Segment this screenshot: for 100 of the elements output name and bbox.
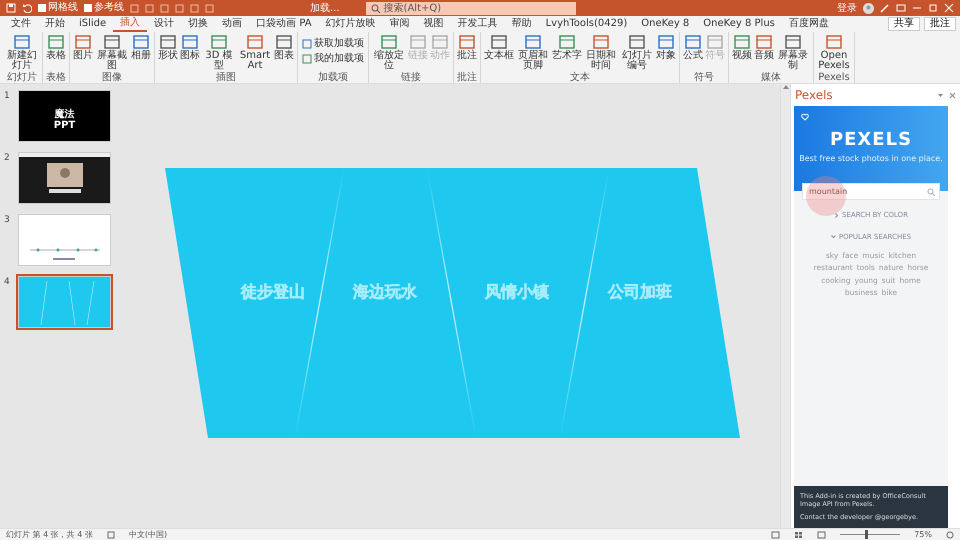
ribbon-tab[interactable]: 文件	[4, 17, 38, 31]
slide-number: 2	[4, 152, 11, 165]
search-icon	[927, 188, 935, 196]
ribbon-button[interactable]: 视频	[731, 32, 753, 62]
slide-number: 1	[4, 90, 11, 103]
chevron-icon	[830, 234, 836, 240]
ribbon-tab[interactable]: OneKey 8	[634, 17, 696, 31]
undo-icon[interactable]	[22, 3, 32, 13]
share-button[interactable]: 共享	[888, 17, 920, 31]
ribbon-tab[interactable]: 开发工具	[450, 17, 505, 31]
search-field[interactable]: mountain	[802, 183, 940, 200]
thumbnail-text: PPT	[52, 120, 76, 131]
ribbon-button[interactable]: 文本框	[483, 32, 515, 62]
ribbon-tab[interactable]: 视图	[416, 17, 451, 31]
ribbon-button[interactable]: 艺术字	[551, 32, 583, 62]
ribbon-tab[interactable]: iSlide	[72, 17, 114, 31]
normal-view-icon[interactable]	[771, 530, 780, 538]
group-label: 加载项	[317, 72, 349, 83]
ribbon-tab[interactable]: 设计	[147, 17, 182, 31]
ribbon-tab[interactable]: 帮助	[504, 17, 539, 31]
ribbon-tab[interactable]: OneKey 8 Plus	[696, 17, 782, 31]
ribbon-button[interactable]: 缩放定位	[371, 32, 407, 72]
search-icon	[370, 4, 380, 12]
group-label: 插图	[215, 72, 237, 83]
slide-heading: 徒步登山	[241, 282, 305, 301]
ribbon-tab[interactable]: 切换	[181, 17, 216, 31]
ribbon-button[interactable]: 形状	[157, 32, 179, 62]
ribbon-icon	[74, 33, 92, 51]
group-label: 链接	[400, 72, 422, 83]
zoom-level[interactable]: 75%	[914, 528, 932, 540]
ribbon-button[interactable]: 我的加载项	[300, 51, 366, 66]
ribbon-tab[interactable]: 动画	[215, 17, 250, 31]
slide-number: 4	[4, 276, 11, 289]
avatar-icon[interactable]	[863, 2, 874, 14]
slide-heading: 公司加班	[608, 282, 672, 301]
pexels-logo: PEXELS	[830, 128, 912, 152]
ribbon-icon	[784, 33, 802, 51]
ribbon-tab[interactable]: LvyhTools(0429)	[538, 17, 634, 31]
timeline-drawing	[30, 248, 100, 260]
ribbon-tab[interactable]: 口袋动画 PA	[249, 17, 319, 31]
ribbon-button[interactable]: 日期和时间	[583, 32, 619, 72]
ribbon-icon	[558, 33, 576, 51]
fit-icon[interactable]	[946, 530, 954, 538]
ribbon-tab[interactable]: 百度网盘	[782, 17, 836, 31]
language-label[interactable]: 中文(中国)	[128, 528, 168, 540]
search-field[interactable]: 搜索(Alt+Q)	[366, 2, 576, 14]
ribbon-button[interactable]: 图片	[72, 32, 94, 62]
ribbon-button[interactable]: 页眉和页脚	[515, 32, 551, 72]
ribbon-button[interactable]: 相册	[130, 32, 152, 62]
comments-button[interactable]: 批注	[924, 17, 956, 31]
ribbon-button[interactable]: 批注	[456, 32, 478, 62]
ribbon-button[interactable]: 音频	[753, 32, 775, 62]
ribbon-button[interactable]: 3D 模型	[201, 32, 237, 72]
ribbon-icon	[524, 33, 542, 51]
group-label: 幻灯片	[6, 72, 38, 83]
ribbon-button[interactable]: 图表	[273, 32, 295, 62]
display-icon[interactable]	[896, 3, 906, 13]
ribbon-icon	[181, 33, 199, 51]
sorter-view-icon[interactable]	[794, 530, 804, 538]
restore-icon[interactable]	[928, 3, 938, 13]
dropdown-icon[interactable]	[937, 92, 944, 98]
account-name[interactable]: 登录	[837, 0, 857, 16]
reading-view-icon[interactable]	[817, 530, 826, 538]
ribbon-button[interactable]: 表格	[45, 32, 67, 62]
ribbon-tab[interactable]: 审阅	[382, 17, 417, 31]
ribbon-button[interactable]: 屏幕截图	[94, 32, 130, 72]
ribbon-icon	[490, 33, 508, 51]
pen-icon[interactable]	[880, 3, 890, 13]
slide-number: 3	[4, 214, 11, 227]
zoom-thumb[interactable]	[865, 530, 868, 539]
ribbon-icon	[628, 33, 646, 51]
close-icon[interactable]	[949, 92, 956, 98]
group-label: 媒体	[760, 72, 782, 83]
ribbon-button[interactable]: 新建幻灯片	[4, 32, 40, 72]
ribbon-button[interactable]: SmartArt	[237, 32, 273, 72]
accessibility-icon[interactable]	[106, 530, 115, 538]
slide-thumbnail[interactable]: 魔法 PPT	[18, 90, 111, 142]
ribbon-button[interactable]: 对象	[655, 32, 677, 62]
slide-thumbnail[interactable]	[18, 214, 111, 266]
ribbon-button[interactable]: 图标	[179, 32, 201, 62]
group-label: 表格	[45, 72, 67, 83]
document-title: 加载...	[310, 2, 340, 16]
ribbon-button[interactable]: 屏幕录制	[775, 32, 811, 72]
group-label: 文本	[569, 72, 591, 83]
ribbon-button[interactable]: Open Pexels	[816, 32, 852, 72]
ribbon-button[interactable]: 公式	[682, 32, 704, 62]
ribbon-icon	[431, 33, 449, 51]
ribbon-tab[interactable]: 幻灯片放映	[318, 17, 383, 31]
view-checkbox[interactable]: 网格线	[38, 3, 78, 13]
group-label: Pexels	[817, 72, 851, 83]
save-icon[interactable]	[6, 3, 16, 13]
heart-icon[interactable]	[801, 113, 809, 121]
slide-heading: 风情小镇	[485, 282, 549, 301]
ribbon-button[interactable]: 获取加载项	[300, 36, 366, 51]
slide-heading: 海边玩水	[353, 282, 417, 301]
ribbon-icon	[275, 33, 293, 51]
ribbon-button[interactable]: 幻灯片编号	[619, 32, 655, 72]
ribbon-tab[interactable]: 开始	[38, 17, 72, 31]
view-checkbox[interactable]: 参考线	[84, 3, 124, 13]
group-label: 批注	[456, 72, 478, 83]
